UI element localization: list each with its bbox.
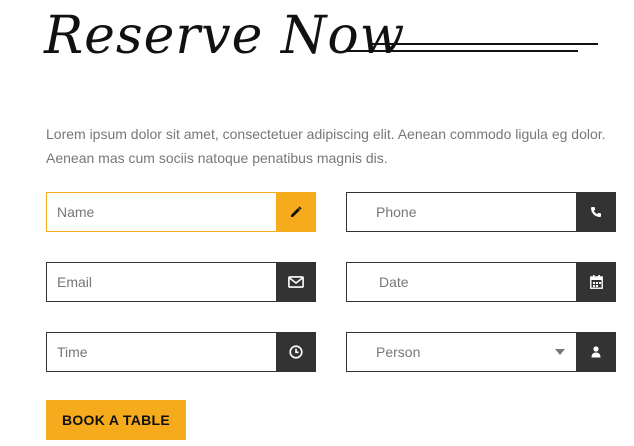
phone-icon: [591, 207, 601, 217]
phone-icon-box: [576, 192, 616, 232]
pencil-icon: [291, 206, 302, 217]
date-placeholder: Date: [379, 274, 409, 290]
clock-icon: [289, 345, 303, 359]
phone-field[interactable]: Phone: [346, 192, 616, 232]
person-select[interactable]: Person: [346, 332, 616, 372]
envelope-icon: [288, 276, 304, 288]
email-icon-box: [276, 262, 316, 302]
book-table-button[interactable]: BOOK A TABLE: [46, 400, 186, 440]
email-field[interactable]: Email: [46, 262, 316, 302]
time-placeholder: Time: [57, 344, 88, 360]
name-icon-box: [276, 192, 316, 232]
date-icon-box: [576, 262, 616, 302]
intro-text: Lorem ipsum dolor sit amet, consectetuer…: [46, 122, 621, 170]
decor-line-lower: [346, 50, 578, 52]
user-icon: [591, 346, 601, 358]
person-icon-box: [576, 332, 616, 372]
title-decoration: [346, 42, 598, 56]
time-field[interactable]: Time: [46, 332, 316, 372]
email-placeholder: Email: [57, 274, 93, 290]
name-field[interactable]: Name: [46, 192, 316, 232]
person-selected-value: Person: [376, 344, 421, 360]
intro-line-1: Lorem ipsum dolor sit amet, consectetuer…: [46, 126, 606, 142]
time-icon-box: [276, 332, 316, 372]
phone-placeholder: Phone: [376, 204, 417, 220]
decor-line-upper: [368, 43, 598, 45]
page-title: Reserve Now: [44, 6, 406, 66]
date-field[interactable]: Date: [346, 262, 616, 302]
intro-line-2: Aenean mas cum sociis natoque penatibus …: [46, 150, 388, 166]
calendar-icon: [589, 275, 603, 289]
chevron-down-icon: [555, 349, 565, 355]
name-placeholder: Name: [57, 204, 95, 220]
